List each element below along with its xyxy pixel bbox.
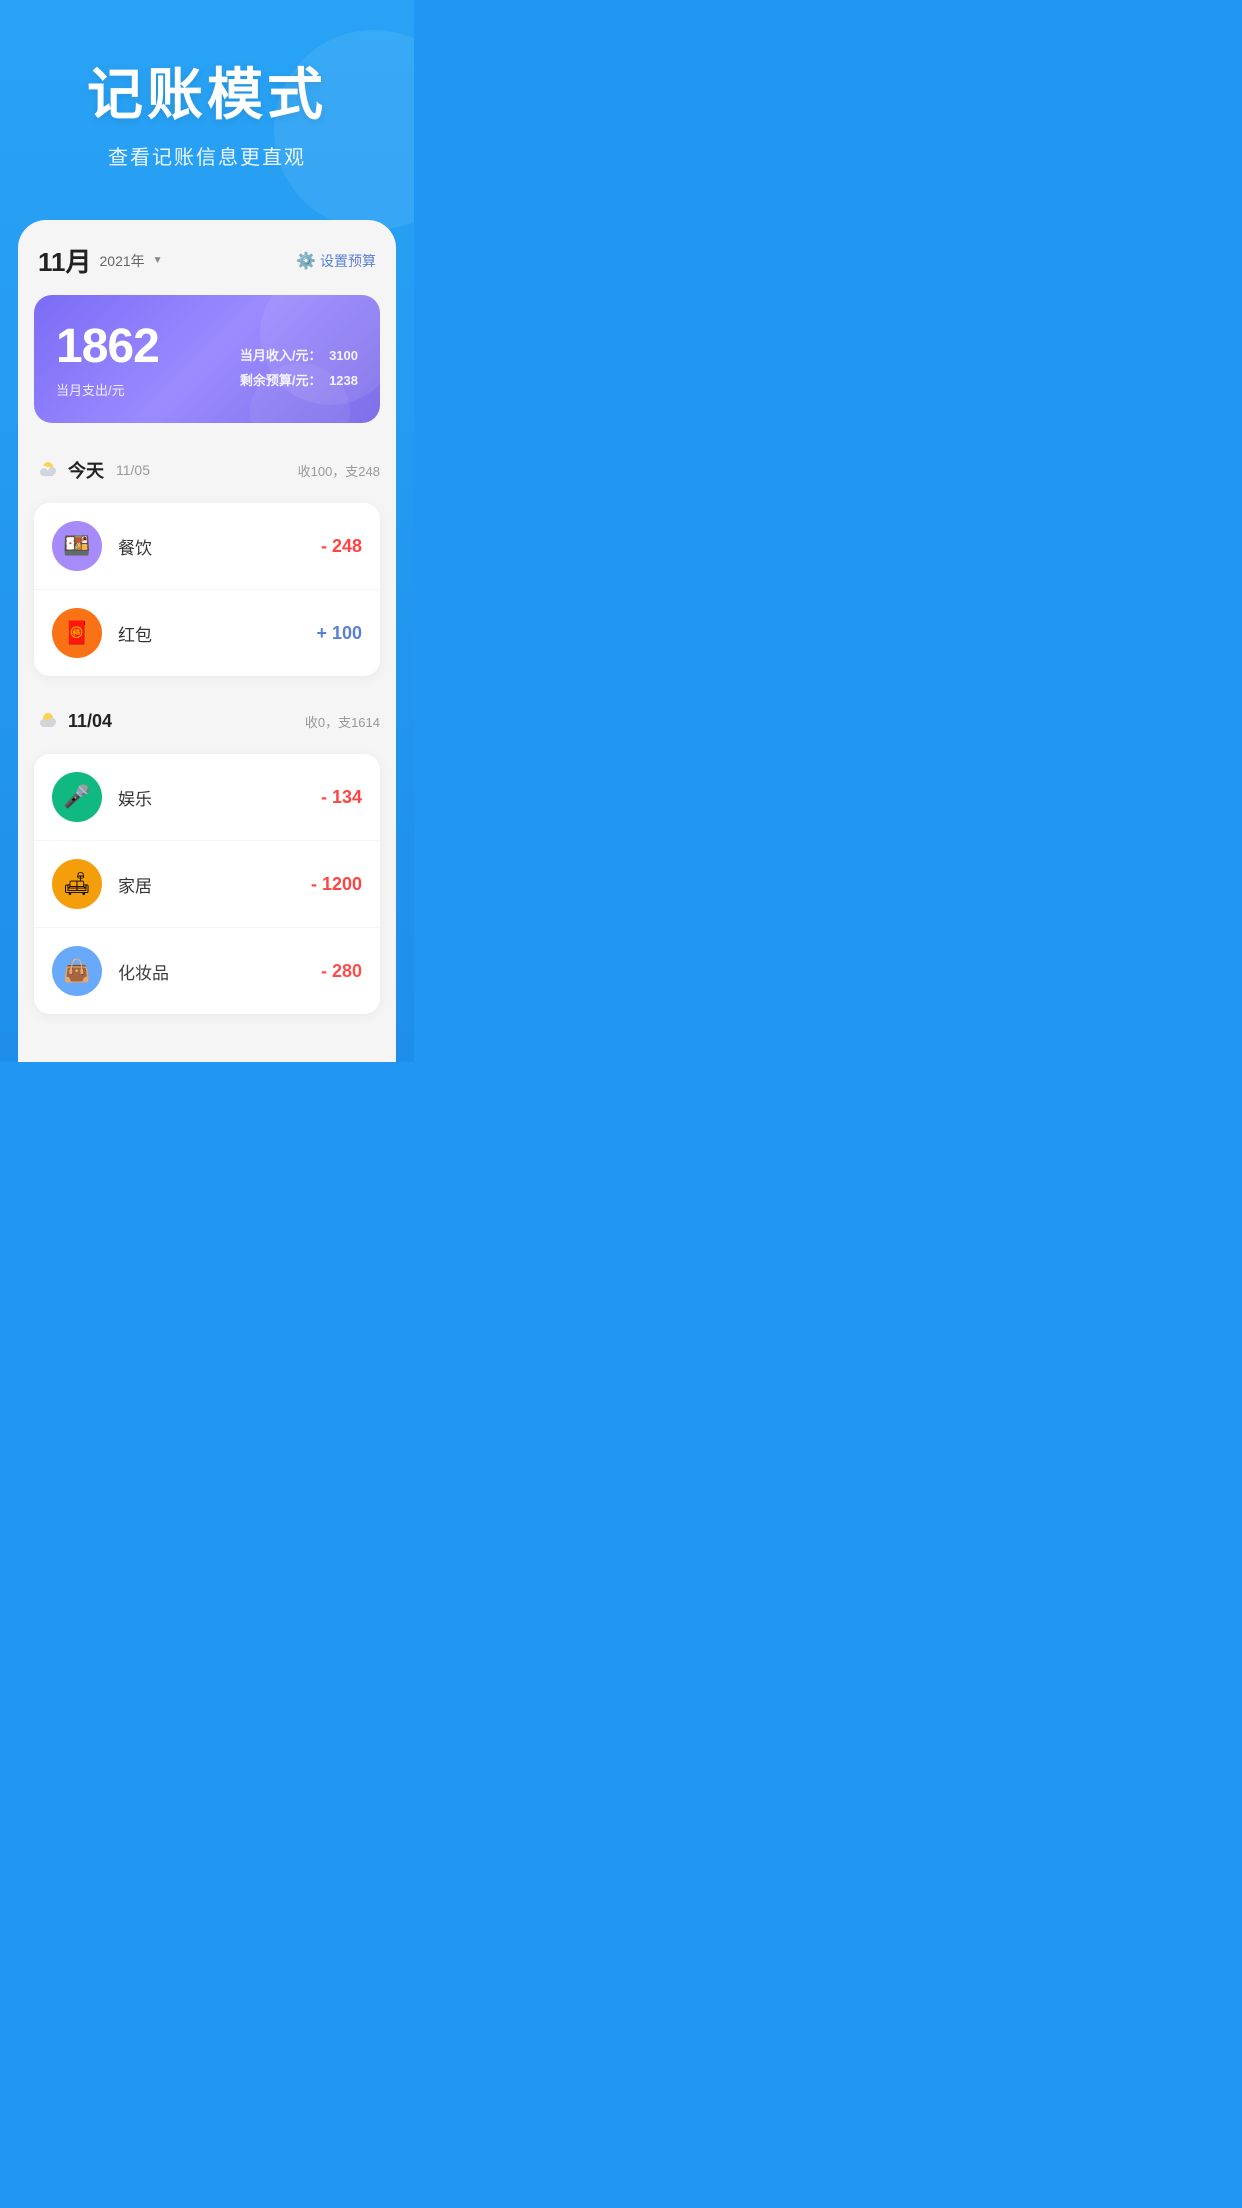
gear-icon: ⚙️ bbox=[296, 251, 316, 271]
transaction-item-yule[interactable]: 🎤 娱乐 - 134 bbox=[34, 754, 380, 841]
amount-yule: - 134 bbox=[321, 787, 362, 808]
amount-hongbao: + 100 bbox=[316, 623, 362, 644]
amount-jiaju: - 1200 bbox=[311, 874, 362, 895]
category-icon-hongbao: 🧧 bbox=[52, 608, 102, 658]
prev-date-section: 11/04 收0，支1614 bbox=[18, 694, 396, 754]
prev-transaction-card: 🎤 娱乐 - 134 🛋 家居 - 1200 👜 化妆品 - 280 bbox=[34, 754, 380, 1014]
hero-section: 记账模式 查看记账信息更直观 bbox=[0, 0, 414, 200]
today-section: 今天 11/05 收100，支248 bbox=[18, 443, 396, 503]
category-name-jiaju: 家居 bbox=[118, 872, 311, 897]
transaction-item-hongbao[interactable]: 🧧 红包 + 100 bbox=[34, 590, 380, 676]
income-label: 当月收入/元： bbox=[240, 348, 322, 363]
weather-icon-today bbox=[34, 457, 60, 483]
page-wrapper: 记账模式 查看记账信息更直观 11月 2021年 ▼ ⚙️ 设置预算 1862 … bbox=[0, 0, 414, 1062]
prev-date-label: 11/04 bbox=[68, 711, 112, 732]
main-card: 11月 2021年 ▼ ⚙️ 设置预算 1862 当月支出/元 当月收入/元： … bbox=[18, 220, 396, 1062]
income-item: 当月收入/元： 3100 bbox=[236, 345, 358, 364]
remaining-item: 剩余预算/元： 1238 bbox=[236, 370, 358, 389]
remaining-label: 剩余预算/元： bbox=[240, 373, 322, 388]
today-date-left: 今天 11/05 bbox=[34, 457, 150, 483]
prev-date-summary: 收0，支1614 bbox=[305, 712, 380, 731]
year-text: 2021年 bbox=[100, 251, 145, 271]
month-text: 11月 bbox=[38, 242, 92, 279]
category-icon-canyin: 🍱 bbox=[52, 521, 102, 571]
category-name-yule: 娱乐 bbox=[118, 785, 321, 810]
summary-right: 当月收入/元： 3100 剩余预算/元： 1238 bbox=[236, 345, 358, 395]
transaction-item-jiaju[interactable]: 🛋 家居 - 1200 bbox=[34, 841, 380, 928]
settings-button[interactable]: ⚙️ 设置预算 bbox=[296, 251, 376, 271]
transaction-item-huazhuang[interactable]: 👜 化妆品 - 280 bbox=[34, 928, 380, 1014]
hero-title: 记账模式 bbox=[20, 50, 394, 131]
income-value: 3100 bbox=[329, 348, 358, 363]
category-name-canyin: 餐饮 bbox=[118, 534, 321, 559]
category-icon-jiaju: 🛋 bbox=[52, 859, 102, 909]
category-name-hongbao: 红包 bbox=[118, 621, 316, 646]
today-header: 今天 11/05 收100，支248 bbox=[34, 457, 380, 483]
expense-label: 当月支出/元 bbox=[56, 380, 358, 399]
weather-icon-prev bbox=[34, 708, 60, 734]
chevron-down-icon: ▼ bbox=[153, 255, 163, 266]
summary-card: 1862 当月支出/元 当月收入/元： 3100 剩余预算/元： 1238 bbox=[34, 295, 380, 423]
transaction-item-canyin[interactable]: 🍱 餐饮 - 248 bbox=[34, 503, 380, 590]
card-header: 11月 2021年 ▼ ⚙️ 设置预算 bbox=[18, 220, 396, 295]
category-icon-huazhuang: 👜 bbox=[52, 946, 102, 996]
settings-label: 设置预算 bbox=[320, 251, 376, 271]
amount-huazhuang: - 280 bbox=[321, 961, 362, 982]
remaining-value: 1238 bbox=[329, 373, 358, 388]
category-name-huazhuang: 化妆品 bbox=[118, 959, 321, 984]
today-transaction-card: 🍱 餐饮 - 248 🧧 红包 + 100 bbox=[34, 503, 380, 676]
category-icon-yule: 🎤 bbox=[52, 772, 102, 822]
prev-date-left: 11/04 bbox=[34, 708, 112, 734]
prev-date-header: 11/04 收0，支1614 bbox=[34, 708, 380, 734]
hero-subtitle: 查看记账信息更直观 bbox=[20, 141, 394, 170]
today-summary: 收100，支248 bbox=[298, 461, 380, 480]
today-label: 今天 bbox=[68, 457, 104, 483]
amount-canyin: - 248 bbox=[321, 536, 362, 557]
month-selector[interactable]: 11月 2021年 ▼ bbox=[38, 242, 163, 279]
today-date-num: 11/05 bbox=[116, 462, 150, 478]
